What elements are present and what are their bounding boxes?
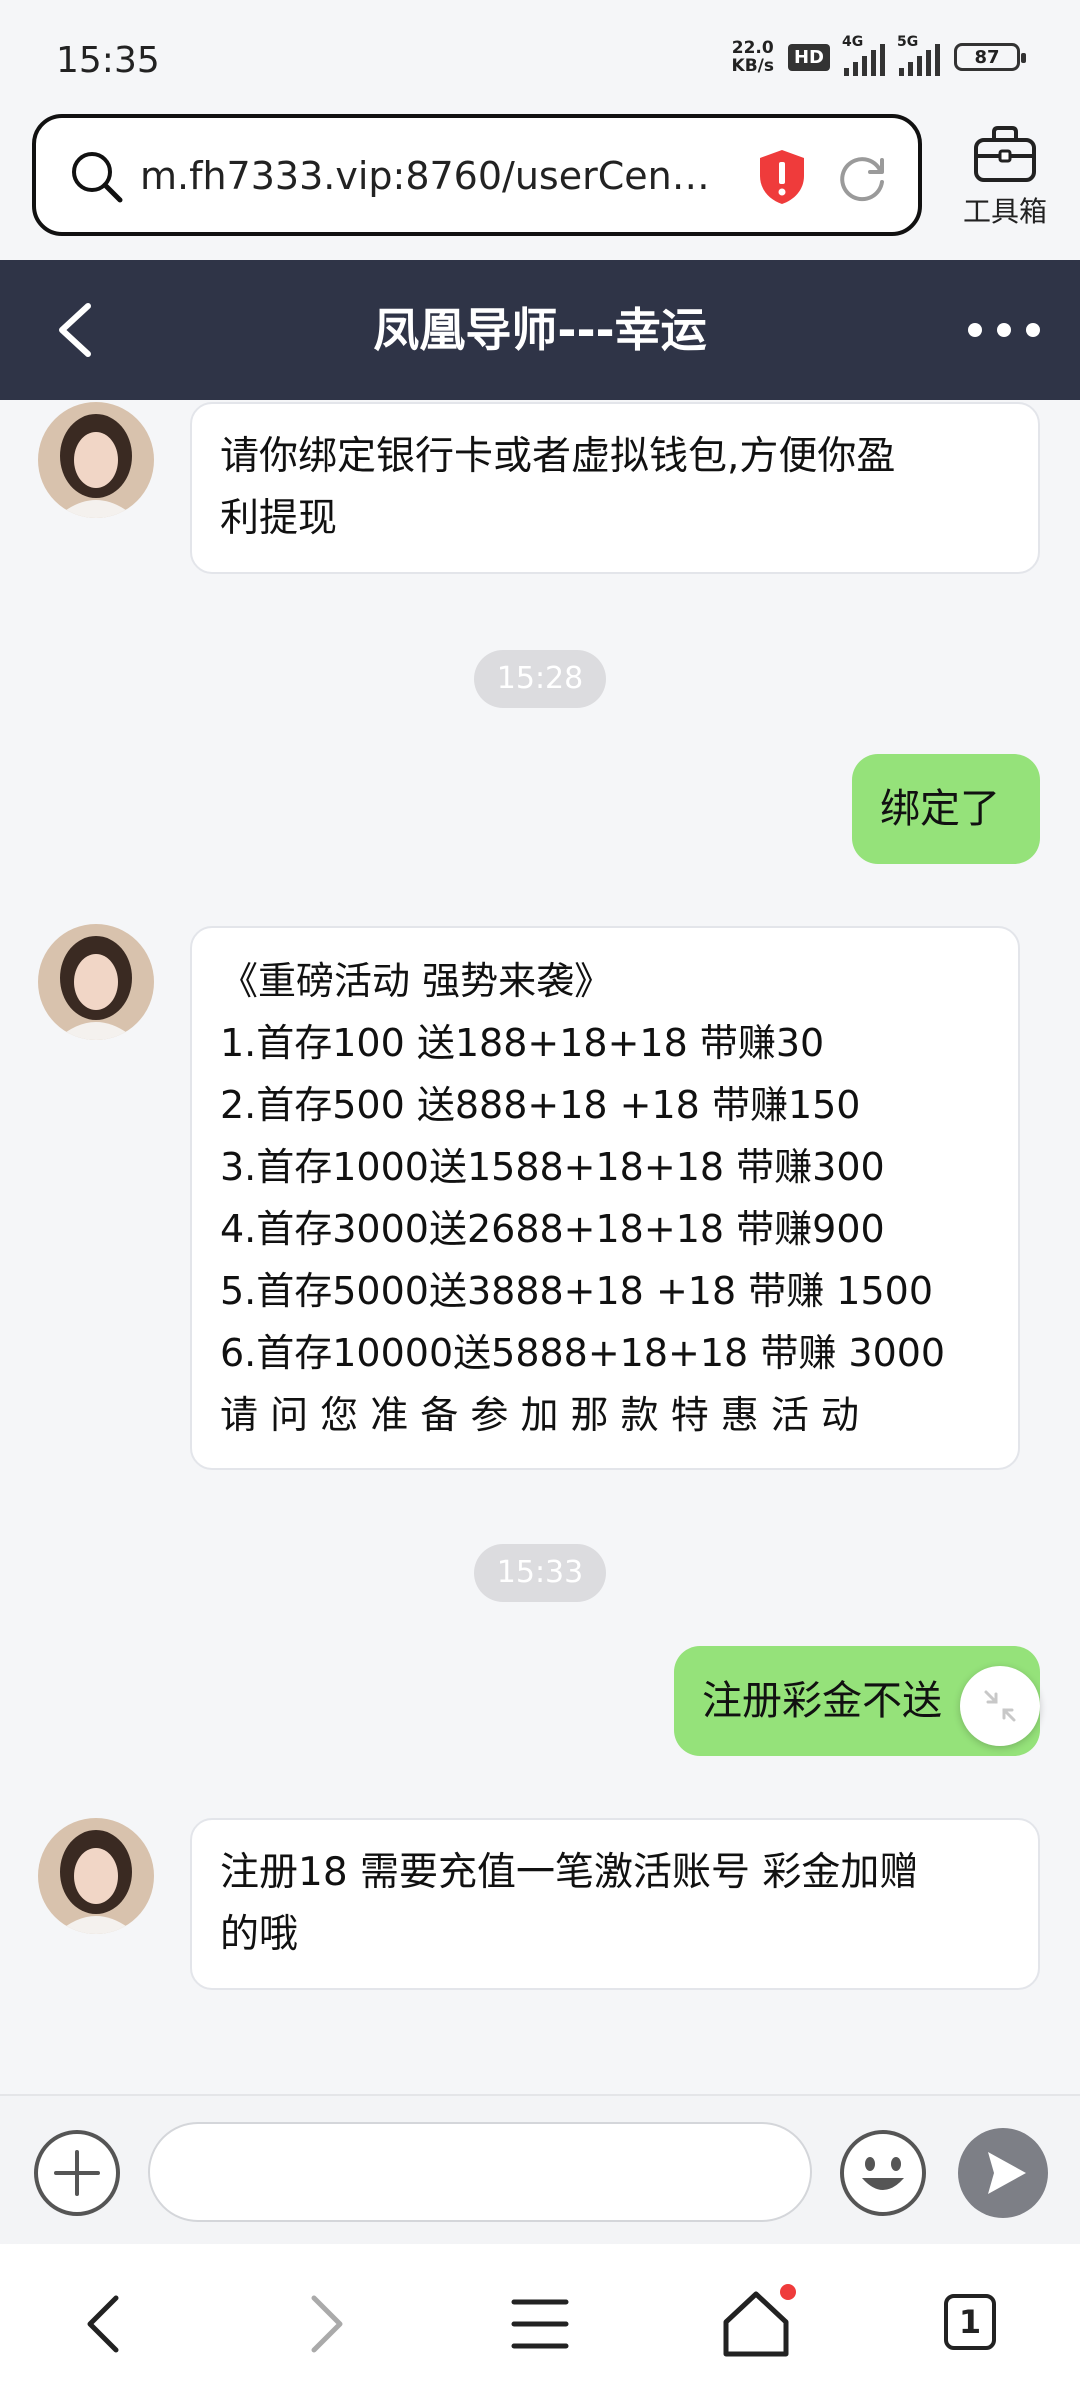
net-speed-unit: KB/s: [731, 56, 774, 76]
message-line: 请 问 您 准 备 参 加 那 款 特 惠 活 动: [220, 1393, 859, 1437]
avatar[interactable]: [38, 402, 154, 518]
dot-icon: [968, 323, 982, 337]
avatar-image: [38, 402, 154, 518]
tab-count-label: 1: [958, 2303, 982, 2341]
url-text[interactable]: m.fh7333.vip:8760/userCent…: [140, 146, 720, 206]
message-line: 利提现: [220, 496, 338, 541]
net-speed: 22.0 KB/s: [732, 39, 774, 75]
status-icons: 22.0 KB/s HD 4G 5G 87: [732, 34, 1026, 76]
toolbox-icon: [974, 126, 1036, 182]
message-bubble-received: 《重磅活动 强势来袭》 1.首存100 送188+18+18 带赚30 2.首存…: [190, 926, 1020, 1470]
back-icon[interactable]: [66, 2284, 146, 2364]
message-input-bar: [0, 2094, 1080, 2244]
signal-4g-label: 4G: [842, 34, 864, 50]
toolbox-label: 工具箱: [962, 195, 1047, 228]
net-speed-value: 22.0: [731, 38, 774, 58]
timestamp-badge: 15:28: [474, 650, 606, 708]
more-options-button[interactable]: [968, 308, 1040, 352]
refresh-icon[interactable]: [836, 150, 890, 204]
signal-5g-label: 5G: [897, 34, 919, 50]
timestamp-badge: 15:33: [474, 1544, 606, 1602]
home-icon[interactable]: [716, 2284, 796, 2364]
send-button[interactable]: [958, 2128, 1048, 2218]
avatar-image: [38, 924, 154, 1040]
status-bar: 15:35 22.0 KB/s HD 4G 5G 87: [0, 0, 1080, 110]
avatar[interactable]: [38, 924, 154, 1040]
signal-4g-icon: 4G: [842, 34, 885, 76]
address-bar[interactable]: m.fh7333.vip:8760/userCent…: [32, 114, 922, 236]
message-line: 2.首存500 送888+18 +18 带赚150: [220, 1083, 861, 1127]
chat-title: 凤凰导师---幸运: [373, 303, 707, 357]
search-icon: [72, 152, 123, 203]
message-line: 注册18 需要充值一笔激活账号 彩金加赠: [220, 1850, 919, 1895]
collapse-floating-button[interactable]: [960, 1666, 1040, 1746]
dot-icon: [997, 323, 1011, 337]
battery-level: 87: [974, 46, 1000, 68]
add-attachment-icon[interactable]: [32, 2128, 122, 2218]
chat-header: 凤凰导师---幸运: [0, 260, 1080, 400]
message-line: 5.首存5000送3888+18 +18 带赚 1500: [220, 1269, 934, 1313]
send-arrow-icon: [988, 2152, 1026, 2194]
message-line: 3.首存1000送1588+18+18 带赚300: [220, 1145, 885, 1189]
dot-icon: [1026, 323, 1040, 337]
status-time: 15:35: [56, 40, 160, 81]
browser-bottom-nav: 1: [0, 2244, 1080, 2400]
message-bubble-received: 注册18 需要充值一笔激活账号 彩金加赠 的哦: [190, 1818, 1040, 1990]
browser-toolbar: m.fh7333.vip:8760/userCent… 工具箱: [0, 110, 1080, 260]
message-bubble-received: 请你绑定银行卡或者虚拟钱包,方便你盈 利提现: [190, 402, 1040, 574]
message-line: 请你绑定银行卡或者虚拟钱包,方便你盈: [220, 434, 896, 479]
menu-icon[interactable]: [500, 2284, 580, 2364]
message-line: 6.首存10000送5888+18+18 带赚 3000: [220, 1331, 946, 1375]
security-warning-icon[interactable]: [756, 148, 808, 206]
message-line: 4.首存3000送2688+18+18 带赚900: [220, 1207, 885, 1251]
message-bubble-sent: 绑定了: [852, 754, 1040, 864]
signal-5g-icon: 5G: [897, 34, 940, 76]
tabs-button[interactable]: 1: [944, 2294, 996, 2350]
toolbox-button[interactable]: 工具箱: [945, 120, 1065, 240]
message-input[interactable]: [148, 2122, 812, 2222]
avatar[interactable]: [38, 1818, 154, 1934]
hd-icon: HD: [787, 43, 830, 71]
emoji-icon[interactable]: [838, 2128, 928, 2218]
collapse-icon: [984, 1690, 1016, 1722]
message-line: 1.首存100 送188+18+18 带赚30: [220, 1021, 825, 1065]
back-arrow-icon[interactable]: [48, 298, 108, 362]
battery-icon: 87: [954, 43, 1026, 71]
message-line: 《重磅活动 强势来袭》: [220, 959, 613, 1003]
forward-icon[interactable]: [284, 2284, 364, 2364]
avatar-image: [38, 1818, 154, 1934]
message-line: 的哦: [220, 1912, 299, 1957]
